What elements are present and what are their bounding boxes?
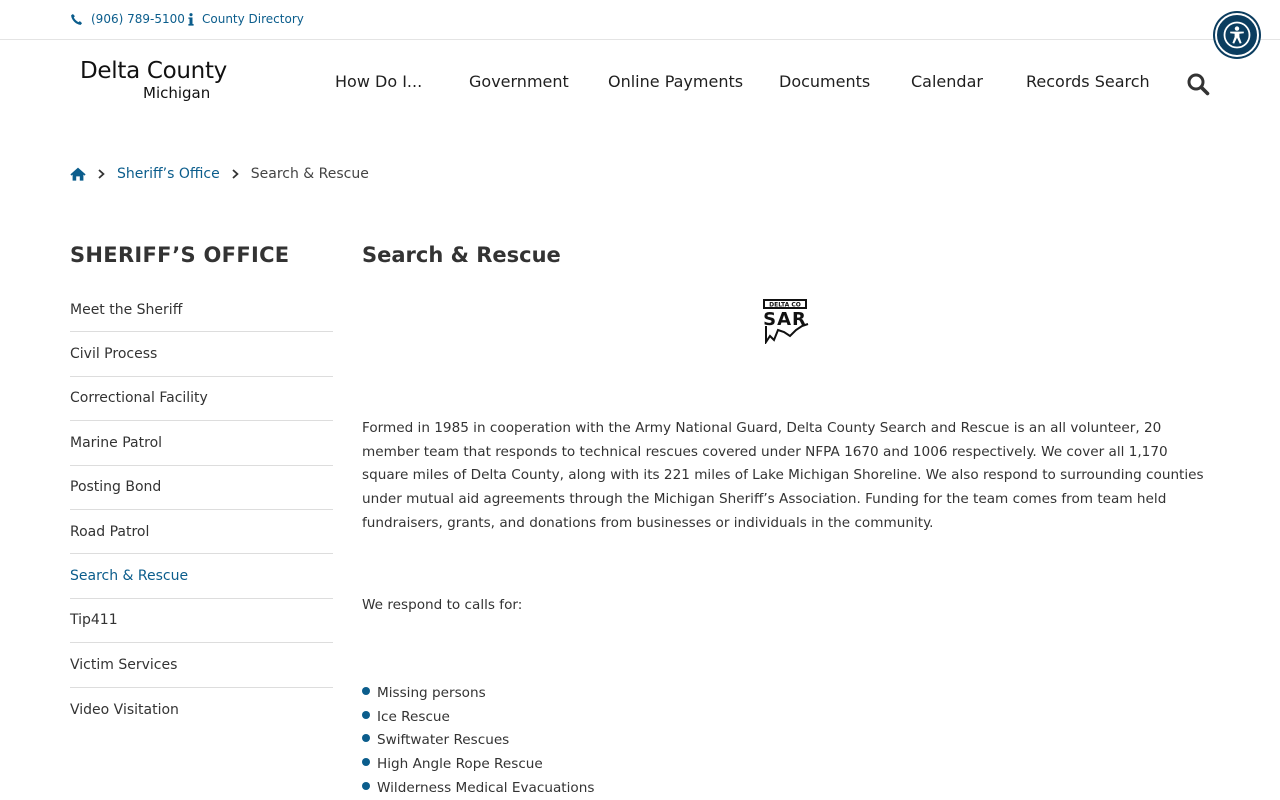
nav-records-search[interactable]: Records Search	[1026, 72, 1150, 91]
list-item-label: Ice Rescue	[377, 708, 450, 725]
sidebar-item-marine-patrol[interactable]: Marine Patrol	[70, 421, 333, 466]
phone-number: (906) 789-5100	[91, 12, 185, 26]
list-item-label: Swiftwater Rescues	[377, 732, 510, 749]
sar-logo-image: DELTA CO SAR	[760, 298, 812, 346]
county-directory-label: County Directory	[202, 12, 304, 26]
sidebar-item-correctional-facility[interactable]: Correctional Facility	[70, 377, 333, 422]
list-item: Missing persons	[362, 681, 594, 705]
nav-government[interactable]: Government	[469, 72, 569, 91]
sidebar-item-meet-the-sheriff[interactable]: Meet the Sheriff	[70, 288, 333, 333]
breadcrumb-sheriffs-office[interactable]: Sheriff’s Office	[117, 166, 220, 182]
bullet-icon	[362, 686, 370, 695]
chevron-right-icon	[98, 169, 105, 179]
breadcrumb-home[interactable]	[70, 167, 86, 181]
sidebar-item-road-patrol[interactable]: Road Patrol	[70, 510, 333, 555]
nav-how-do-i[interactable]: How Do I...	[335, 72, 422, 91]
bullet-icon	[362, 781, 370, 790]
breadcrumb-separator	[98, 169, 105, 179]
accessibility-button[interactable]	[1215, 13, 1259, 57]
list-item-label: High Angle Rope Rescue	[377, 755, 543, 772]
main-nav: How Do I... Government Online Payments D…	[0, 72, 1280, 96]
chevron-right-icon	[232, 169, 239, 179]
sar-logo-icon: DELTA CO SAR	[763, 299, 809, 346]
list-item: High Angle Rope Rescue	[362, 752, 594, 776]
sidebar-item-tip411[interactable]: Tip411	[70, 599, 333, 644]
nav-calendar[interactable]: Calendar	[911, 72, 983, 91]
calls-list: Missing persons Ice Rescue Swiftwater Re…	[362, 681, 594, 799]
sidebar-item-search-rescue[interactable]: Search & Rescue	[70, 554, 333, 599]
page-title: Search & Rescue	[362, 243, 561, 267]
phone-link[interactable]: (906) 789-5100	[70, 12, 185, 26]
list-item-label: Wilderness Medical Evacuations	[377, 779, 595, 796]
search-icon	[1187, 73, 1210, 96]
bullet-icon	[362, 734, 370, 743]
sidebar-item-victim-services[interactable]: Victim Services	[70, 643, 333, 688]
sidebar-item-posting-bond[interactable]: Posting Bond	[70, 466, 333, 510]
nav-documents[interactable]: Documents	[779, 72, 870, 91]
bullet-icon	[362, 710, 370, 719]
breadcrumb-separator	[232, 169, 239, 179]
intro-paragraph: Formed in 1985 in cooperation with the A…	[362, 420, 1204, 531]
nav-online-payments[interactable]: Online Payments	[608, 72, 743, 91]
utility-bar: (906) 789-5100 County Directory	[0, 0, 1280, 40]
accessibility-icon	[1223, 21, 1251, 49]
home-icon	[70, 167, 86, 181]
breadcrumb: Sheriff’s Office Search & Rescue	[70, 164, 369, 184]
list-item: Swiftwater Rescues	[362, 728, 594, 752]
sidebar-item-video-visitation[interactable]: Video Visitation	[70, 688, 333, 732]
phone-icon	[71, 13, 83, 25]
calls-intro: We respond to calls for:	[362, 597, 523, 613]
sar-logo-top-text: DELTA CO	[769, 302, 801, 309]
info-icon	[188, 12, 194, 26]
bullet-icon	[362, 757, 370, 766]
breadcrumb-current: Search & Rescue	[250, 166, 369, 182]
sidebar-title: SHERIFF’S OFFICE	[70, 243, 290, 267]
sidebar-nav: Meet the Sheriff Civil Process Correctio…	[70, 288, 333, 732]
county-directory-link[interactable]: County Directory	[188, 12, 304, 26]
list-item: Ice Rescue	[362, 705, 594, 729]
sidebar-item-civil-process[interactable]: Civil Process	[70, 332, 333, 377]
list-item: Wilderness Medical Evacuations	[362, 776, 594, 800]
list-item-label: Missing persons	[377, 684, 486, 701]
search-button[interactable]	[1186, 72, 1210, 96]
